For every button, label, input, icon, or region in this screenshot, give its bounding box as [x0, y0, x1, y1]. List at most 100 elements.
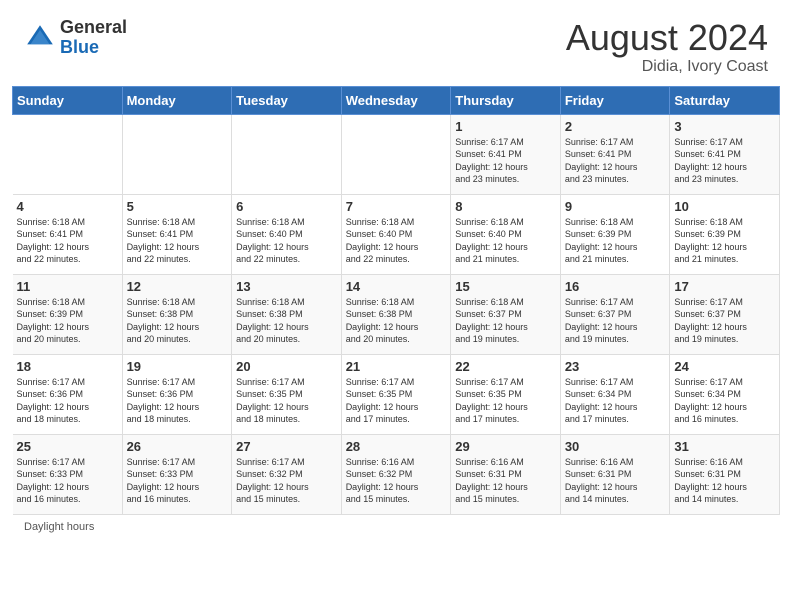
day-number: 14 [346, 279, 447, 294]
daylight-label: Daylight hours [24, 521, 94, 533]
day-number: 30 [565, 439, 666, 454]
day-number: 9 [565, 199, 666, 214]
calendar-day-6: 6 Sunrise: 6:18 AM Sunset: 6:40 PM Daylig… [232, 194, 342, 274]
day-header-tuesday: Tuesday [232, 86, 342, 114]
empty-cell [13, 114, 123, 194]
calendar-day-4: 4Sunrise: 6:18 AM Sunset: 6:41 PM Daylig… [13, 194, 123, 274]
calendar-day-10: 10Sunrise: 6:18 AM Sunset: 6:39 PM Dayli… [670, 194, 780, 274]
day-info: Sunrise: 6:17 AM Sunset: 6:35 PM Dayligh… [455, 376, 556, 426]
day-number: 12 [127, 279, 228, 294]
day-number: 13 [236, 279, 337, 294]
calendar-day-27: 27 Sunrise: 6:17 AM Sunset: 6:32 PM Dayli… [232, 434, 342, 514]
day-info: Sunrise: 6:18 AM Sunset: 6:38 PM Dayligh… [236, 296, 337, 346]
day-number: 16 [565, 279, 666, 294]
calendar-week-1: 1 Sunrise: 6:17 AM Sunset: 6:41 PM Daylig… [13, 114, 780, 194]
empty-cell [232, 114, 342, 194]
day-info: Sunrise: 6:18 AM Sunset: 6:39 PM Dayligh… [17, 296, 118, 346]
calendar-subtitle: Didia, Ivory Coast [566, 58, 768, 76]
logo: General Blue [24, 18, 127, 58]
day-number: 24 [674, 359, 775, 374]
calendar-day-3: 3 Sunrise: 6:17 AM Sunset: 6:41 PM Daylig… [670, 114, 780, 194]
day-info: Sunrise: 6:17 AM Sunset: 6:35 PM Dayligh… [346, 376, 447, 426]
calendar-day-28: 28Sunrise: 6:16 AM Sunset: 6:32 PM Dayli… [341, 434, 451, 514]
day-info: Sunrise: 6:17 AM Sunset: 6:41 PM Dayligh… [455, 136, 556, 186]
day-number: 3 [674, 119, 775, 134]
calendar-day-31: 31Sunrise: 6:16 AM Sunset: 6:31 PM Dayli… [670, 434, 780, 514]
day-number: 26 [127, 439, 228, 454]
title-block: August 2024 Didia, Ivory Coast [566, 18, 768, 76]
day-number: 17 [674, 279, 775, 294]
day-number: 8 [455, 199, 556, 214]
empty-cell [122, 114, 232, 194]
day-number: 20 [236, 359, 337, 374]
calendar-day-26: 26 Sunrise: 6:17 AM Sunset: 6:33 PM Dayli… [122, 434, 232, 514]
calendar-day-12: 12Sunrise: 6:18 AM Sunset: 6:38 PM Dayli… [122, 274, 232, 354]
calendar-day-21: 21 Sunrise: 6:17 AM Sunset: 6:35 PM Dayli… [341, 354, 451, 434]
logo-general: General [60, 18, 127, 38]
day-info: Sunrise: 6:17 AM Sunset: 6:33 PM Dayligh… [17, 456, 118, 506]
day-info: Sunrise: 6:18 AM Sunset: 6:40 PM Dayligh… [346, 216, 447, 266]
day-number: 18 [17, 359, 118, 374]
day-info: Sunrise: 6:17 AM Sunset: 6:36 PM Dayligh… [17, 376, 118, 426]
day-info: Sunrise: 6:17 AM Sunset: 6:41 PM Dayligh… [565, 136, 666, 186]
day-number: 21 [346, 359, 447, 374]
day-number: 2 [565, 119, 666, 134]
day-number: 23 [565, 359, 666, 374]
calendar-day-19: 19Sunrise: 6:17 AM Sunset: 6:36 PM Dayli… [122, 354, 232, 434]
day-info: Sunrise: 6:16 AM Sunset: 6:31 PM Dayligh… [565, 456, 666, 506]
calendar: SundayMondayTuesdayWednesdayThursdayFrid… [12, 86, 780, 515]
day-info: Sunrise: 6:18 AM Sunset: 6:40 PM Dayligh… [455, 216, 556, 266]
day-number: 22 [455, 359, 556, 374]
day-info: Sunrise: 6:17 AM Sunset: 6:32 PM Dayligh… [236, 456, 337, 506]
calendar-day-22: 22 Sunrise: 6:17 AM Sunset: 6:35 PM Dayli… [451, 354, 561, 434]
day-number: 1 [455, 119, 556, 134]
calendar-week-2: 4 Sunrise: 6:18 AM Sunset: 6:41 PM Daylig… [13, 194, 780, 274]
day-header-saturday: Saturday [670, 86, 780, 114]
day-number: 7 [346, 199, 447, 214]
day-number: 27 [236, 439, 337, 454]
calendar-day-1: 1 Sunrise: 6:17 AM Sunset: 6:41 PM Daylig… [451, 114, 561, 194]
day-number: 29 [455, 439, 556, 454]
calendar-day-7: 7 Sunrise: 6:18 AM Sunset: 6:40 PM Daylig… [341, 194, 451, 274]
logo-icon [24, 22, 56, 54]
calendar-week-5: 25 Sunrise: 6:17 AM Sunset: 6:33 PM Dayli… [13, 434, 780, 514]
day-header-sunday: Sunday [13, 86, 123, 114]
day-info: Sunrise: 6:17 AM Sunset: 6:37 PM Dayligh… [565, 296, 666, 346]
day-info: Sunrise: 6:17 AM Sunset: 6:34 PM Dayligh… [674, 376, 775, 426]
footer: Daylight hours [0, 515, 792, 539]
calendar-day-8: 8 Sunrise: 6:18 AM Sunset: 6:40 PM Daylig… [451, 194, 561, 274]
calendar-day-14: 14 Sunrise: 6:18 AM Sunset: 6:38 PM Dayli… [341, 274, 451, 354]
calendar-day-30: 30 Sunrise: 6:16 AM Sunset: 6:31 PM Dayli… [560, 434, 670, 514]
day-info: Sunrise: 6:16 AM Sunset: 6:31 PM Dayligh… [674, 456, 775, 506]
day-info: Sunrise: 6:18 AM Sunset: 6:41 PM Dayligh… [127, 216, 228, 266]
calendar-day-17: 17 Sunrise: 6:17 AM Sunset: 6:37 PM Dayli… [670, 274, 780, 354]
day-number: 15 [455, 279, 556, 294]
day-info: Sunrise: 6:17 AM Sunset: 6:34 PM Dayligh… [565, 376, 666, 426]
day-header-monday: Monday [122, 86, 232, 114]
day-header-friday: Friday [560, 86, 670, 114]
day-info: Sunrise: 6:17 AM Sunset: 6:37 PM Dayligh… [674, 296, 775, 346]
day-number: 4 [17, 199, 118, 214]
day-info: Sunrise: 6:17 AM Sunset: 6:35 PM Dayligh… [236, 376, 337, 426]
calendar-day-15: 15 Sunrise: 6:18 AM Sunset: 6:37 PM Dayli… [451, 274, 561, 354]
day-number: 6 [236, 199, 337, 214]
day-info: Sunrise: 6:18 AM Sunset: 6:38 PM Dayligh… [346, 296, 447, 346]
day-number: 11 [17, 279, 118, 294]
calendar-day-18: 18 Sunrise: 6:17 AM Sunset: 6:36 PM Dayli… [13, 354, 123, 434]
day-info: Sunrise: 6:17 AM Sunset: 6:33 PM Dayligh… [127, 456, 228, 506]
day-number: 25 [17, 439, 118, 454]
calendar-day-29: 29Sunrise: 6:16 AM Sunset: 6:31 PM Dayli… [451, 434, 561, 514]
calendar-day-25: 25 Sunrise: 6:17 AM Sunset: 6:33 PM Dayli… [13, 434, 123, 514]
day-info: Sunrise: 6:17 AM Sunset: 6:41 PM Dayligh… [674, 136, 775, 186]
day-info: Sunrise: 6:18 AM Sunset: 6:37 PM Dayligh… [455, 296, 556, 346]
calendar-day-20: 20 Sunrise: 6:17 AM Sunset: 6:35 PM Dayli… [232, 354, 342, 434]
days-header-row: SundayMondayTuesdayWednesdayThursdayFrid… [13, 86, 780, 114]
calendar-day-5: 5 Sunrise: 6:18 AM Sunset: 6:41 PM Daylig… [122, 194, 232, 274]
day-header-wednesday: Wednesday [341, 86, 451, 114]
day-info: Sunrise: 6:18 AM Sunset: 6:40 PM Dayligh… [236, 216, 337, 266]
calendar-title: August 2024 [566, 18, 768, 58]
day-number: 5 [127, 199, 228, 214]
calendar-day-23: 23 Sunrise: 6:17 AM Sunset: 6:34 PM Dayli… [560, 354, 670, 434]
day-number: 28 [346, 439, 447, 454]
calendar-day-2: 2 Sunrise: 6:17 AM Sunset: 6:41 PM Daylig… [560, 114, 670, 194]
